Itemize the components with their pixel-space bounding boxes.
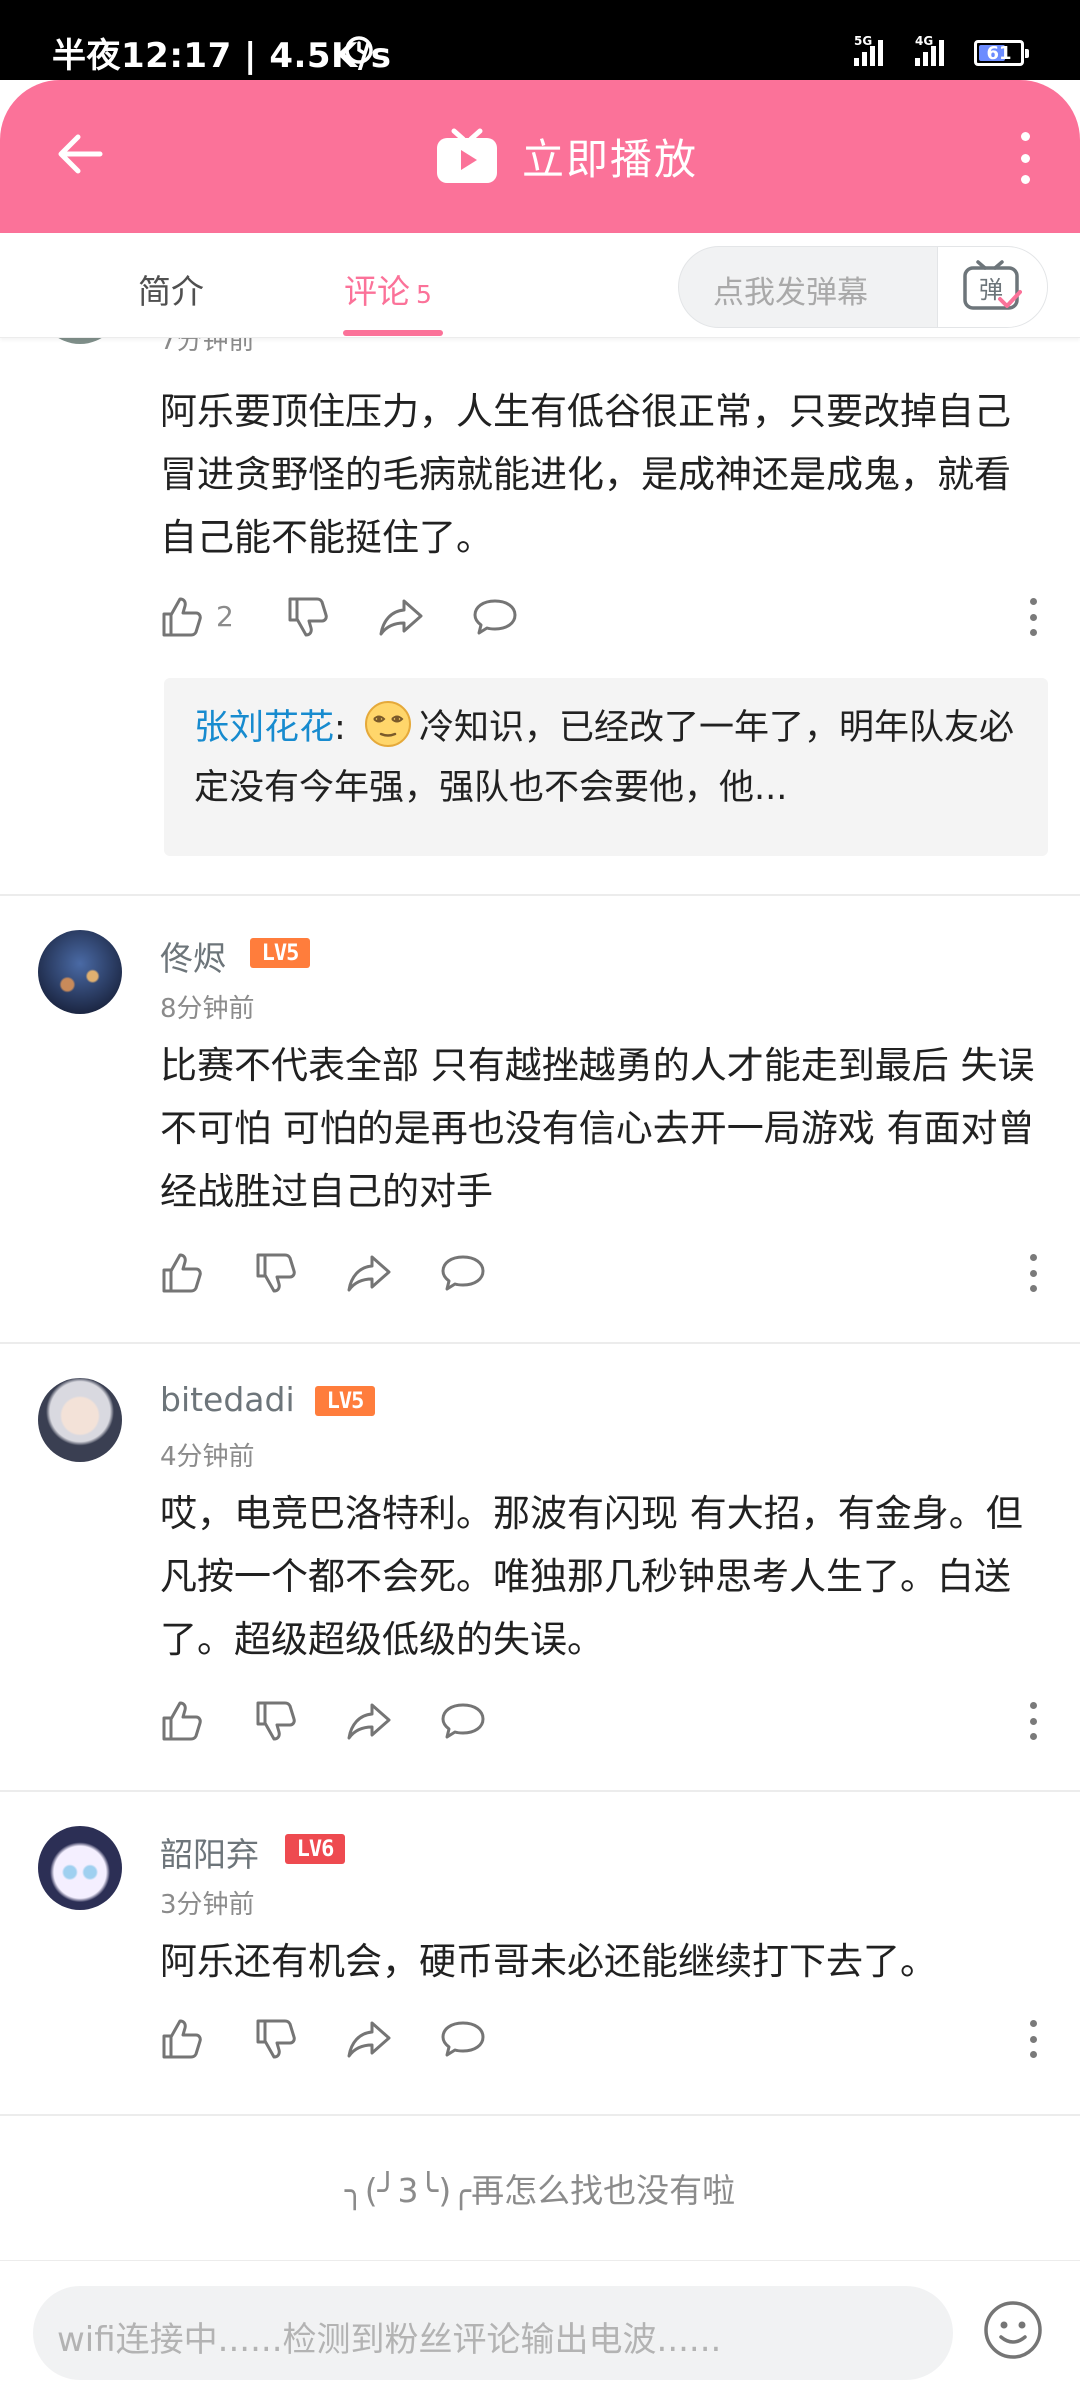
back-arrow-icon[interactable] <box>52 126 108 182</box>
avatar[interactable] <box>38 1826 122 1910</box>
comment-time: 4分钟前 <box>160 1442 255 1472</box>
top-app-bar: 立即播放 <box>0 80 1080 233</box>
tab-intro[interactable]: 简介 <box>138 265 204 313</box>
emoji-icon[interactable] <box>982 2299 1044 2361</box>
comment-text[interactable]: 阿乐要顶住压力，人生有低谷很正常，只要改掉自己冒进贪野怪的毛病就能进化，是成神还… <box>160 380 1040 569</box>
dislike-icon[interactable] <box>252 1698 298 1744</box>
share-icon[interactable] <box>378 594 424 640</box>
comment-text[interactable]: 阿乐还有机会，硬币哥未必还能继续打下去了。 <box>160 1930 1040 1993</box>
dizzy-face-emoji-icon <box>364 701 411 747</box>
danmaku-input[interactable]: 点我发弹幕 弹 <box>678 246 1048 328</box>
level-badge: LV5 <box>315 1386 375 1416</box>
comment-more-icon[interactable] <box>1028 2020 1038 2058</box>
tab-comments-count: 5 <box>416 280 432 309</box>
level-badge: LV5 <box>250 938 310 968</box>
comment-actions <box>158 2016 1038 2066</box>
share-icon[interactable] <box>346 1250 392 1296</box>
danmaku-toggle-button[interactable]: 弹 <box>937 247 1047 327</box>
reply-preview[interactable]: 张刘花花: 冷知识，已经改了一年了，明年队友必定没有今年强，强队也不会要他，他.… <box>164 678 1048 856</box>
username[interactable]: bitedadi <box>160 1380 295 1419</box>
comment-input[interactable]: wifi连接中......检测到粉丝评论输出电波...... <box>33 2286 953 2380</box>
signal-4g-icon: 4G <box>915 34 944 66</box>
divider <box>0 2114 1080 2116</box>
end-of-comments-note: ╮(╯3╰)╭再怎么找也没有啦 <box>344 2171 736 2210</box>
avatar[interactable] <box>38 1378 122 1462</box>
like-icon[interactable] <box>158 1698 204 1744</box>
divider <box>0 1790 1080 1792</box>
avatar[interactable] <box>38 338 122 344</box>
header-title: 立即播放 <box>522 135 699 184</box>
level-badge: LV6 <box>285 1834 345 1864</box>
dislike-icon[interactable] <box>284 594 330 640</box>
dislike-icon[interactable] <box>252 1250 298 1296</box>
reply-icon[interactable] <box>440 1250 486 1296</box>
comment-more-icon[interactable] <box>1028 598 1038 636</box>
comment-input-bar: wifi连接中......检测到粉丝评论输出电波...... <box>0 2260 1080 2400</box>
comment-more-icon[interactable] <box>1028 1254 1038 1292</box>
active-tab-indicator <box>343 330 443 336</box>
comment-more-icon[interactable] <box>1028 1702 1038 1740</box>
danmaku-tv-icon: 弹 <box>963 260 1022 310</box>
reply-icon[interactable] <box>472 594 518 640</box>
like-icon[interactable] <box>158 594 204 640</box>
username[interactable]: 韶阳弃 <box>160 1828 259 1876</box>
status-bar: 半夜12:17 | 4.5K/s 5G 4G 61 <box>0 0 1080 80</box>
username[interactable]: 佟烬 <box>160 932 226 980</box>
dislike-icon[interactable] <box>252 2016 298 2062</box>
comment-text[interactable]: 哎，电竞巴洛特利。那波有闪现 有大招，有金身。但凡按一个都不会死。唯独那几秒钟思… <box>160 1482 1040 1671</box>
status-time: 半夜12:17 | 4.5K/s <box>52 36 392 76</box>
battery-level: 61 <box>986 42 1012 64</box>
comment-actions <box>158 1698 1038 1748</box>
comment-actions <box>158 1250 1038 1300</box>
signal-5g-icon: 5G <box>854 34 883 66</box>
tv-play-icon <box>437 128 497 183</box>
like-count: 2 <box>216 600 234 633</box>
play-now-button[interactable]: 立即播放 <box>434 126 698 187</box>
share-icon[interactable] <box>346 2016 392 2062</box>
battery-icon: 61 <box>974 40 1029 66</box>
reply-icon[interactable] <box>440 2016 486 2062</box>
divider <box>0 894 1080 896</box>
comment-time: 3分钟前 <box>160 1890 255 1920</box>
tab-comments-label: 评论 <box>344 272 410 311</box>
comment-actions: 2 <box>158 594 1038 644</box>
comment-time: 7分钟前 <box>160 338 255 356</box>
system-indicators: 5G 4G 61 <box>854 28 1029 66</box>
comment-text[interactable]: 比赛不代表全部 只有越挫越勇的人才能走到最后 失误不可怕 可怕的是再也没有信心去… <box>160 1034 1040 1223</box>
network-4g-label: 4G <box>915 34 934 48</box>
alarm-clock-icon <box>345 36 373 64</box>
share-icon[interactable] <box>346 1698 392 1744</box>
like-icon[interactable] <box>158 2016 204 2062</box>
tab-intro-label: 简介 <box>138 272 204 311</box>
reply-username[interactable]: 张刘花花 <box>194 708 334 748</box>
comment-list[interactable]: 7分钟前 阿乐要顶住压力，人生有低谷很正常，只要改掉自己冒进贪野怪的毛病就能进化… <box>0 338 1080 2258</box>
comment-time: 8分钟前 <box>160 994 255 1024</box>
network-5g-label: 5G <box>854 34 873 48</box>
reply-colon: : <box>334 708 346 748</box>
more-options-icon[interactable] <box>1010 132 1040 184</box>
divider <box>0 1342 1080 1344</box>
danmaku-placeholder: 点我发弹幕 <box>713 275 868 311</box>
reply-icon[interactable] <box>440 1698 486 1744</box>
comment-input-placeholder: wifi连接中......检测到粉丝评论输出电波...... <box>57 2320 722 2360</box>
avatar[interactable] <box>38 930 122 1014</box>
like-icon[interactable] <box>158 1250 204 1296</box>
tab-comments[interactable]: 评论 5 <box>344 265 432 313</box>
